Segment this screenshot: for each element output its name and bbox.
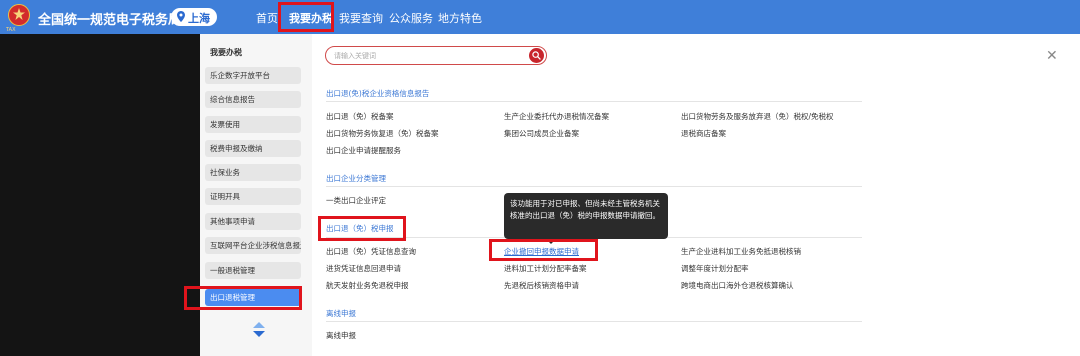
sidebar-item[interactable]: 社保业务 — [205, 164, 301, 181]
section-title: 离线申报 — [326, 309, 356, 318]
service-link[interactable]: 生产企业委托代办退税情况备案 — [504, 111, 609, 122]
sidebar-title: 我要办税 — [210, 48, 242, 57]
service-link[interactable]: 调整年度计划分配率 — [681, 263, 749, 274]
highlight-box-link — [489, 239, 598, 261]
service-link[interactable]: 出口企业申请提醒服务 — [326, 145, 401, 156]
service-link[interactable]: 先退税后核销资格申请 — [504, 280, 579, 291]
service-link[interactable]: 退税商店备案 — [681, 128, 726, 139]
scroll-arrows-icon[interactable] — [253, 322, 265, 338]
highlight-box-section — [318, 216, 406, 241]
service-link[interactable]: 出口退（免）凭证信息查询 — [326, 246, 416, 257]
service-link[interactable]: 一类出口企业评定 — [326, 195, 386, 206]
service-link[interactable]: 离线申报 — [326, 330, 356, 341]
service-link[interactable]: 生产企业进料加工业务免抵退税核销 — [681, 246, 801, 257]
tooltip: 该功能用于对已申报、但尚未经主管税务机关核准的出口退（免）税的申报数据申请撤回。 — [504, 193, 668, 239]
service-link[interactable]: 出口货物劳务恢复退（免）税备案 — [326, 128, 439, 139]
region-selector[interactable]: 上海 — [171, 8, 217, 26]
service-link[interactable]: 进货凭证信息回退申请 — [326, 263, 401, 274]
search-box[interactable] — [325, 46, 547, 65]
nav-home[interactable]: 首页 — [256, 10, 278, 26]
region-label: 上海 — [188, 12, 210, 25]
section-title: 出口退(免)税企业资格信息报告 — [326, 89, 430, 98]
sidebar-item[interactable]: 税费申报及缴纳 — [205, 140, 301, 157]
service-link[interactable]: 进料加工计划分配率备案 — [504, 263, 587, 274]
service-link[interactable]: 跨境电商出口海外仓退税核算确认 — [681, 280, 794, 291]
main-panel: ✕ 出口退(免)税企业资格信息报告 出口退（免）税备案 生产企业委托代办退税情况… — [312, 34, 1080, 356]
tax-emblem-icon[interactable] — [8, 4, 30, 26]
sidebar-item[interactable]: 乐企数字开放平台 — [205, 67, 301, 84]
search-button[interactable] — [529, 48, 544, 63]
sidebar-item[interactable]: 证明开具 — [205, 188, 301, 205]
service-link[interactable]: 出口货物劳务及服务放弃退（免）税权/免税权 — [681, 111, 834, 122]
search-icon — [532, 51, 541, 60]
location-pin-icon — [177, 11, 185, 22]
site-title[interactable]: 全国统一规范电子税务局 — [38, 9, 181, 28]
search-input[interactable] — [334, 49, 514, 62]
close-icon[interactable]: ✕ — [1046, 48, 1058, 64]
highlight-box-sidebar — [184, 286, 302, 310]
sidebar-item[interactable]: 互联网平台企业涉税信息报送 — [205, 237, 301, 254]
top-navigation-bar: TAX 全国统一规范电子税务局 上海 首页 我要办税 我要查询 公众服务 地方特… — [0, 0, 1080, 34]
section-divider — [326, 186, 862, 187]
section-divider — [326, 101, 862, 102]
section-divider — [326, 321, 862, 322]
sidebar-item[interactable]: 发票使用 — [205, 116, 301, 133]
logo-sub-text: TAX — [6, 27, 16, 33]
highlight-box-nav — [278, 2, 334, 32]
sidebar-item[interactable]: 一般退税管理 — [205, 262, 301, 279]
sidebar-item[interactable]: 综合信息报告 — [205, 91, 301, 108]
sidebar-item[interactable]: 其他事项申请 — [205, 213, 301, 230]
nav-local-features[interactable]: 地方特色 — [438, 10, 482, 26]
nav-public-service[interactable]: 公众服务 — [389, 10, 433, 26]
section-title: 出口企业分类管理 — [326, 174, 386, 183]
service-link[interactable]: 航天发射业务免退税申报 — [326, 280, 409, 291]
nav-query[interactable]: 我要查询 — [339, 10, 383, 26]
service-link[interactable]: 出口退（免）税备案 — [326, 111, 394, 122]
service-link[interactable]: 集团公司成员企业备案 — [504, 128, 579, 139]
